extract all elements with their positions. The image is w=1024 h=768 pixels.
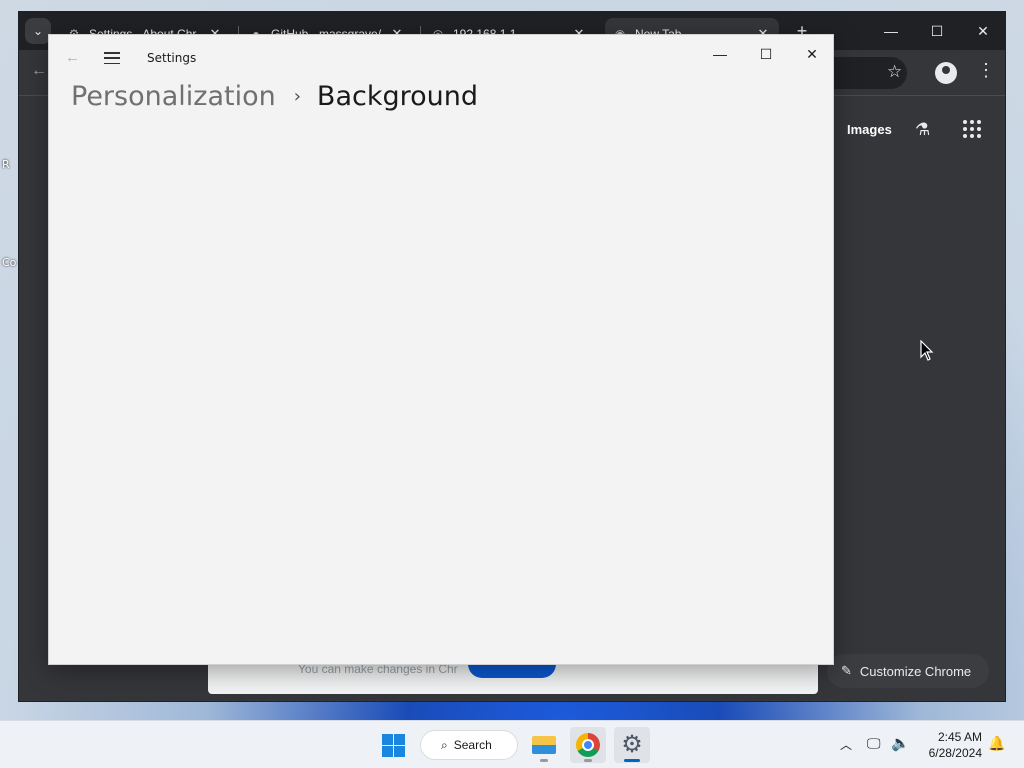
minimize-icon: —: [884, 23, 898, 39]
running-indicator: [540, 759, 548, 762]
customize-chrome-button[interactable]: ✎ Customize Chrome: [827, 654, 989, 688]
profile-icon[interactable]: [935, 62, 957, 84]
app-title: Settings: [147, 51, 197, 65]
clock-time: 2:45 AM: [937, 730, 982, 744]
minimize-button[interactable]: —: [871, 19, 911, 43]
volume-icon[interactable]: 🔈: [891, 734, 910, 752]
minimize-icon: —: [713, 46, 727, 62]
back-arrow-icon[interactable]: ←: [31, 62, 47, 80]
settings-window: ← Settings — ☐ ✕ Personalization › Backg…: [48, 34, 834, 665]
taskbar-search[interactable]: ⌕ Search: [420, 730, 518, 760]
close-window-button[interactable]: ✕: [797, 43, 827, 65]
running-indicator: [584, 759, 592, 762]
page-title: Background: [316, 81, 478, 112]
network-icon[interactable]: 🖵: [867, 735, 881, 752]
close-icon: ✕: [806, 46, 818, 62]
minimize-button[interactable]: —: [705, 43, 735, 65]
maximize-icon: ☐: [759, 46, 773, 62]
active-indicator: [624, 759, 640, 762]
chevron-down-icon: ⌄: [32, 24, 44, 38]
gear-icon: ⚙: [621, 731, 643, 758]
windows-start-icon[interactable]: [382, 734, 405, 757]
customize-chrome-label: Customize Chrome: [859, 663, 972, 679]
file-explorer-taskbar-button[interactable]: [526, 727, 562, 763]
breadcrumb-parent[interactable]: Personalization: [71, 81, 276, 112]
close-icon: ✕: [977, 23, 989, 39]
breadcrumb: Personalization › Background: [71, 81, 478, 112]
search-icon: ⌕: [441, 737, 448, 752]
images-link[interactable]: Images: [847, 122, 892, 137]
back-arrow-icon[interactable]: ←: [65, 49, 80, 66]
maximize-button[interactable]: ☐: [917, 19, 957, 43]
bookmark-star-icon[interactable]: ☆: [887, 62, 902, 82]
menu-dots-icon[interactable]: ⋮: [977, 60, 995, 81]
apps-grid-icon[interactable]: [963, 120, 981, 138]
settings-taskbar-button[interactable]: ⚙: [614, 727, 650, 763]
maximize-button[interactable]: ☐: [751, 43, 781, 65]
hamburger-menu-icon[interactable]: [104, 52, 120, 64]
taskbar: ⌕ Search ⚙ ︿ 🖵 🔈 2:45 AM 6/28/2024 🔔: [0, 720, 1024, 768]
folder-icon: [532, 736, 556, 754]
chrome-taskbar-button[interactable]: [570, 727, 606, 763]
notification-bell-icon[interactable]: 🔔: [988, 735, 1005, 752]
labs-flask-icon[interactable]: ⚗: [915, 120, 930, 140]
mouse-cursor-icon: [920, 340, 934, 361]
clock-date: 6/28/2024: [928, 746, 982, 760]
pencil-icon: ✎: [841, 663, 852, 678]
chrome-icon: [576, 733, 600, 757]
taskbar-search-label: Search: [453, 738, 492, 752]
chevron-up-icon[interactable]: ︿: [840, 736, 852, 753]
chevron-right-icon: ›: [293, 86, 301, 107]
desktop-icon-label[interactable]: Co: [2, 256, 16, 269]
desktop-icon-label[interactable]: R: [2, 158, 10, 171]
maximize-icon: ☐: [930, 23, 944, 39]
clock[interactable]: 2:45 AM 6/28/2024: [920, 729, 982, 761]
close-window-button[interactable]: ✕: [963, 19, 1003, 43]
